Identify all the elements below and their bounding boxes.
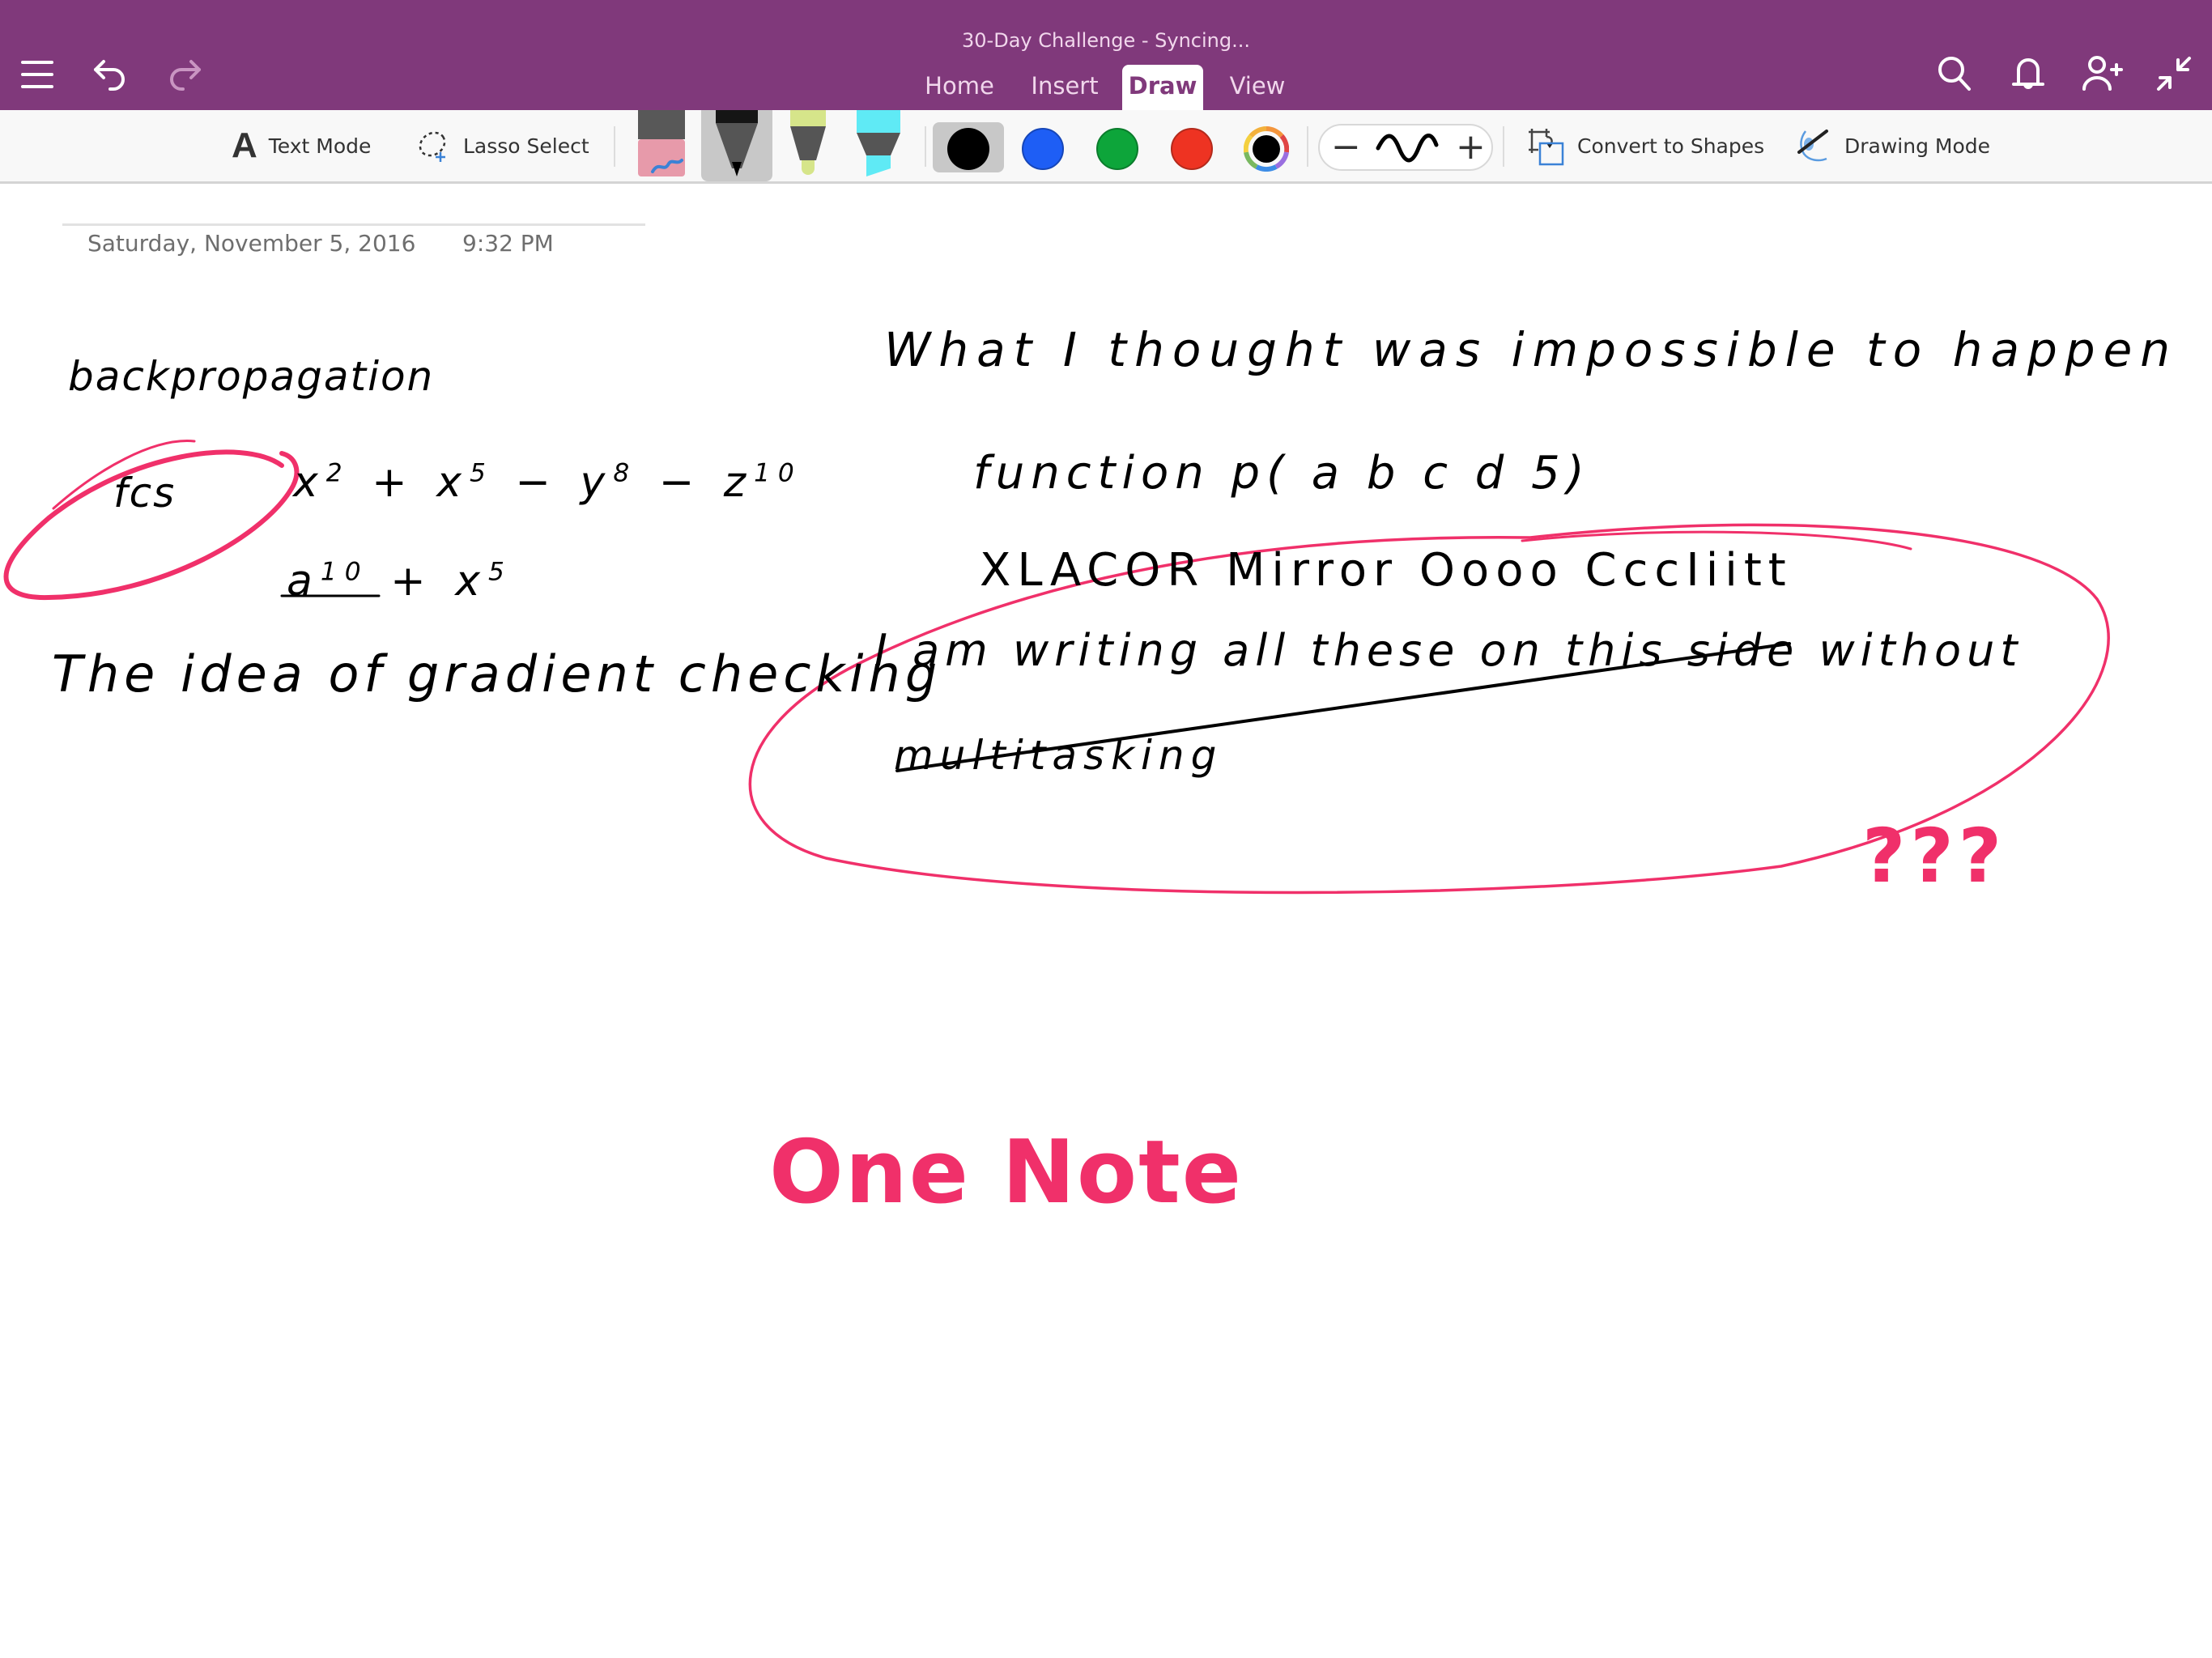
eq2-x: x [455, 557, 488, 606]
eq1-exp3: 8 [613, 458, 638, 488]
ink-function-line: function p( a b c d 5) [973, 447, 1591, 500]
tab-home[interactable]: Home [915, 65, 1004, 110]
eq1-op3: − [658, 458, 703, 507]
search-button[interactable] [1932, 50, 1979, 97]
tab-view[interactable]: View [1214, 65, 1300, 110]
eq1-exp1: 2 [325, 458, 351, 488]
notifications-button[interactable] [2005, 50, 2052, 97]
highlighter-tool[interactable] [850, 110, 907, 181]
eraser-icon [638, 110, 685, 176]
ink-fcs: fcs [113, 470, 177, 517]
color-wheel-icon [1243, 126, 1290, 172]
text-mode-icon: A [232, 125, 257, 165]
tab-insert[interactable]: Insert [1020, 65, 1109, 110]
collapse-icon [2157, 57, 2191, 91]
color-black[interactable] [947, 128, 989, 170]
draw-toolbar: A Text Mode Lasso Select − + Convert to … [0, 110, 2212, 184]
ribbon-tabs: Home Insert Draw View [0, 65, 2212, 110]
ink-gradient-checking: The idea of gradient checking [52, 644, 942, 704]
convert-to-shapes-label: Convert to Shapes [1577, 134, 1765, 158]
color-green[interactable] [1096, 128, 1138, 170]
ink-onenote: One Note [769, 1122, 1244, 1223]
page-date: Saturday, November 5, 2016 [87, 230, 416, 257]
stroke-preview-icon [1376, 134, 1439, 163]
eq2-a: a [287, 557, 321, 606]
eq1-exp4: 10 [754, 458, 802, 488]
text-mode-button[interactable]: A Text Mode [232, 110, 371, 181]
eq2-exp2: 5 [487, 557, 513, 587]
pencil-icon [790, 110, 826, 175]
pen-icon [716, 110, 758, 176]
toolbar-divider [1503, 126, 1504, 167]
page-title-line [62, 223, 645, 226]
eq1-exp2: 5 [470, 458, 494, 488]
drawing-mode-label: Drawing Mode [1844, 134, 1991, 158]
drawing-mode-button[interactable]: Drawing Mode [1794, 110, 1990, 181]
notebook-title: 30-Day Challenge - Syncing... [962, 29, 1250, 52]
toolbar-divider [1307, 126, 1308, 167]
ink-xlacor-line: XLACOR Mirror Oooo CccIiitt [980, 544, 1793, 597]
ink-equation-1: x2 + x5 − y8 − z10 [293, 458, 802, 507]
ink-backpropagation: backpropagation [68, 353, 435, 400]
eq1-x1: x [293, 458, 326, 507]
thickness-increase-button[interactable]: + [1456, 125, 1486, 169]
highlighter-icon [857, 110, 900, 176]
pencil-tool[interactable] [782, 110, 834, 181]
eraser-tool[interactable] [633, 110, 690, 181]
toolbar-divider [614, 126, 615, 167]
pen-tool[interactable] [701, 110, 772, 181]
color-blue[interactable] [1022, 128, 1064, 170]
page-time: 9:32 PM [462, 230, 554, 257]
tab-draw[interactable]: Draw [1122, 65, 1203, 110]
app-header: 30-Day Challenge - Syncing... Home Inser… [0, 0, 2212, 110]
collapse-button[interactable] [2150, 50, 2197, 97]
convert-shapes-icon [1529, 129, 1564, 166]
ink-multitasking: multitasking [894, 732, 1223, 779]
ink-writing-line: I am writing all these on this side with… [874, 625, 2023, 676]
ink-equation-2: a10 + x5 [287, 557, 513, 606]
ink-thought-line: What I thought was impossible to happen [884, 322, 2179, 377]
ink-question-marks: ??? [1862, 813, 2007, 899]
eq1-op2: − [515, 458, 559, 507]
drawing-mode-icon [1797, 130, 1828, 162]
eq1-z: z [723, 458, 755, 507]
toolbar-divider [925, 126, 926, 167]
lasso-select-button[interactable]: Lasso Select [416, 110, 589, 181]
add-person-icon [2082, 56, 2123, 91]
bell-icon [2012, 58, 2044, 89]
text-mode-label: Text Mode [268, 134, 372, 158]
eq2-op: + [390, 557, 434, 606]
lasso-select-label: Lasso Select [463, 134, 589, 158]
eq2-exp1: 10 [320, 557, 369, 587]
more-colors-button[interactable] [1243, 126, 1290, 172]
convert-to-shapes-button[interactable]: Convert to Shapes [1527, 110, 1764, 181]
color-red[interactable] [1171, 128, 1213, 170]
search-icon [1938, 57, 1971, 91]
eq1-x2: x [436, 458, 470, 507]
thickness-decrease-button[interactable]: − [1331, 125, 1361, 169]
eq1-op1: + [372, 458, 415, 507]
lasso-icon [419, 131, 446, 162]
eq1-y: y [580, 458, 614, 507]
share-button[interactable] [2078, 50, 2125, 97]
stroke-thickness-control: − + [1318, 124, 1493, 171]
